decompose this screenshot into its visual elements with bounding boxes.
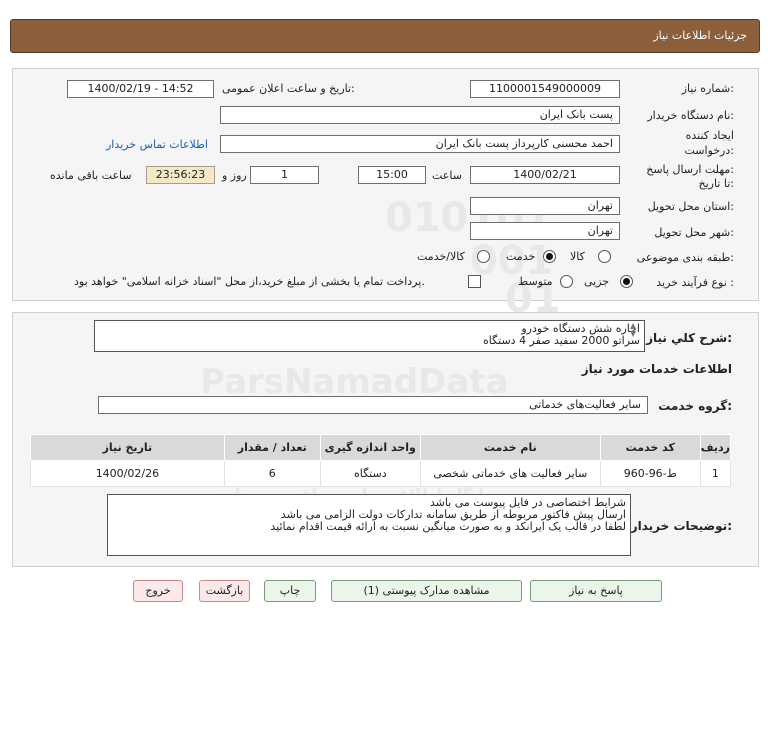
buyer-notes-label: توضیحات خریدار: [630, 519, 732, 533]
deadline-time-field: 15:00 [358, 166, 426, 184]
province-label: استان محل تحویل: [647, 200, 734, 213]
col-date-header: تاریخ نیاز [30, 434, 225, 461]
print-button[interactable]: چاپ [264, 580, 316, 602]
province-field: تهران [470, 197, 620, 215]
remaining-time-field: 23:56:23 [146, 166, 215, 184]
process-medium-label: متوسط [518, 275, 553, 288]
process-minor-radio[interactable] [620, 275, 633, 288]
creator-label-line1: ایجاد کننده [685, 129, 734, 142]
service-group-label: گروه خدمت: [658, 399, 732, 413]
reply-button[interactable]: پاسخ به نیاز [530, 580, 662, 602]
deadline-label-line2: تا تاریخ: [698, 177, 734, 190]
process-minor-label: جزیی [584, 275, 610, 288]
summary-line-2: سراتو 2000 سفید صفر 4 دستگاه [482, 334, 640, 347]
treasury-payment-note: پرداخت تمام یا بخشی از مبلغ خرید،از محل … [74, 275, 425, 288]
summary-textarea[interactable]: اجاره شش دستگاه خودرو سراتو 2000 سفید صف… [94, 320, 645, 352]
col-qty-header: تعداد / مقدار [223, 434, 321, 461]
creator-field: احمد محسنی کارپرداز پست بانک ایران [220, 135, 620, 153]
need-number-field: 1100001549000009 [470, 80, 620, 98]
summary-label: شرح کلي نياز: [646, 331, 732, 345]
cell-unit: دستگاه [319, 460, 421, 487]
creator-label-line2: درخواست: [684, 144, 735, 157]
col-row-header: ردیف [699, 434, 732, 461]
cell-code: ط-96-960 [599, 460, 701, 487]
view-attachments-button[interactable]: مشاهده مدارک پیوستی (1) [331, 580, 522, 602]
buyer-org-field: پست بانک ایران [220, 106, 620, 124]
process-medium-radio[interactable] [560, 275, 573, 288]
process-type-label: نوع فرآیند خرید : [656, 276, 734, 289]
back-button[interactable]: بازگشت [199, 580, 250, 602]
cell-name: سایر فعالیت های خدماتی شخصی [419, 460, 601, 487]
services-table: ردیف کد خدمت نام خدمت واحد اندازه گیری ت… [30, 434, 732, 487]
exit-button[interactable]: خروج [133, 580, 183, 602]
deadline-label-line1: مهلت ارسال پاسخ: [646, 163, 734, 176]
buyer-contact-link[interactable]: اطلاعات تماس خریدار [106, 138, 208, 151]
col-code-header: کد خدمت [599, 434, 701, 461]
page-title: جزئیات اطلاعات نیاز [653, 29, 747, 42]
category-label: طبقه بندی موضوعی: [636, 251, 734, 264]
deadline-time-label: ساعت [432, 169, 462, 182]
treasury-payment-checkbox[interactable] [468, 275, 481, 288]
services-table-header: ردیف کد خدمت نام خدمت واحد اندازه گیری ت… [30, 434, 732, 461]
remaining-days-field: 1 [250, 166, 319, 184]
textarea-scroll-icon[interactable]: ▲ ▼ [630, 322, 636, 338]
table-row: 1 ط-96-960 سایر فعالیت های خدماتی شخصی د… [30, 460, 732, 487]
days-label: روز و [222, 169, 247, 182]
city-field: تهران [470, 222, 620, 240]
need-info-panel [12, 68, 759, 301]
category-service-label: خدمت [506, 250, 536, 263]
services-section-title: اطلاعات خدمات مورد نیاز [581, 362, 732, 376]
cell-row: 1 [699, 460, 732, 487]
city-label: شهر محل تحویل: [654, 226, 734, 239]
category-goods-service-radio[interactable] [477, 250, 490, 263]
page-header: جزئیات اطلاعات نیاز [10, 19, 760, 53]
category-goods-radio[interactable] [598, 250, 611, 263]
deadline-date-field: 1400/02/21 [470, 166, 620, 184]
category-goods-service-label: کالا/خدمت [417, 250, 465, 263]
category-service-radio[interactable] [543, 250, 556, 263]
announce-datetime-field: 1400/02/19 - 14:52 [67, 80, 214, 98]
category-goods-label: کالا [570, 250, 585, 263]
remaining-label: ساعت باقی مانده [50, 169, 132, 182]
col-unit-header: واحد اندازه گیری [319, 434, 421, 461]
col-name-header: نام خدمت [419, 434, 601, 461]
service-group-field: سایر فعالیت‌های خدماتی [98, 396, 648, 414]
buyer-notes-box: شرایط اختصاصی در فایل پیوست می باشد ارسا… [107, 494, 631, 556]
buyer-org-label: نام دستگاه خریدار: [647, 109, 734, 122]
announce-datetime-label: تاریخ و ساعت اعلان عمومی: [222, 82, 355, 95]
need-number-label: شماره نیاز: [681, 82, 734, 95]
cell-date: 1400/02/26 [30, 460, 225, 487]
buyer-note-line-3: لطفا در قالب یک ایرانکد و به صورت میانگی… [270, 520, 626, 533]
cell-qty: 6 [223, 460, 321, 487]
